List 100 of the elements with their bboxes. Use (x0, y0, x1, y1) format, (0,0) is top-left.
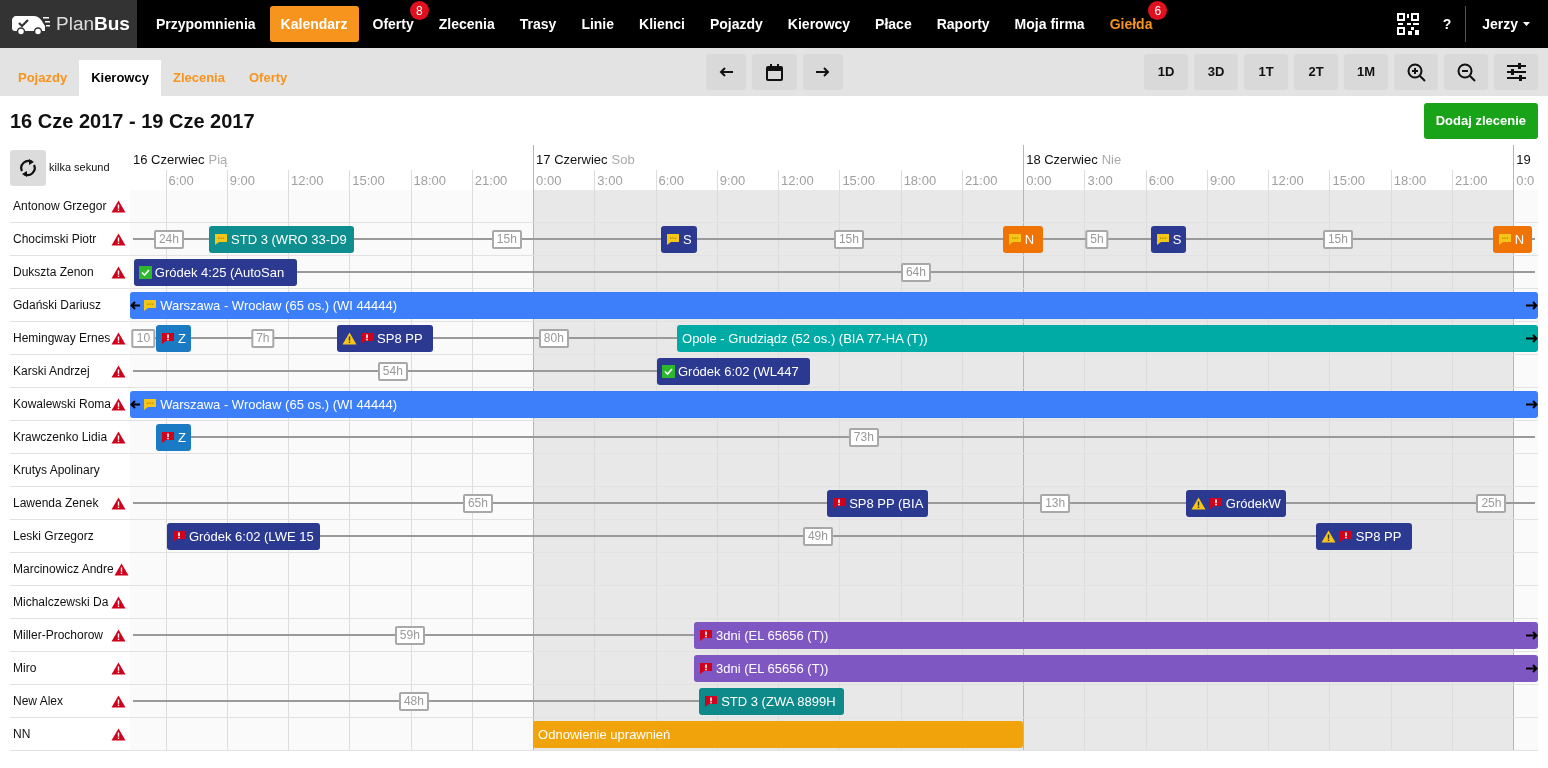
driver-name: Leski Grzegorz (13, 528, 94, 545)
hour-label: 18:00 (1393, 172, 1427, 190)
day-label: 19 (1516, 151, 1531, 169)
zoom-out-icon (1456, 62, 1476, 82)
hour-label: 12:00 (1271, 172, 1304, 190)
nav-item[interactable]: Pojazdy (698, 6, 774, 42)
duration-label: 7h (251, 329, 275, 348)
weekday-label: Nie (1101, 151, 1122, 169)
range-button[interactable]: 1M (1344, 54, 1388, 90)
next-button[interactable] (802, 54, 843, 90)
nav-item[interactable]: Raporty (925, 6, 1001, 42)
event-bar[interactable]: Warszawa - Wrocław (65 os.) (WI 44444) (130, 391, 1538, 418)
event-bar[interactable]: 3dni (EL 65656 (T)) (694, 622, 1538, 649)
warning-icon (111, 694, 126, 708)
zoom-out-button[interactable] (1444, 54, 1488, 90)
driver-name: Karski Andrzej (13, 363, 90, 380)
driver-name: Marcinowicz Andre (13, 561, 114, 578)
speech-bubble-icon (666, 233, 681, 246)
nav-item[interactable]: Trasy (508, 6, 568, 42)
nav-item[interactable]: Moja firma (1003, 6, 1096, 42)
previous-button[interactable] (705, 54, 746, 90)
day-label: 18 Czerwiec (1026, 151, 1098, 169)
hour-label: 6:00 (168, 172, 194, 190)
alert-bubble-icon (699, 662, 714, 675)
warning-icon (111, 331, 126, 345)
event-bar[interactable]: SP8 PP (1315, 523, 1412, 550)
event-bar[interactable]: Z (156, 424, 192, 451)
warning-icon (111, 199, 126, 213)
sliders-icon (1506, 63, 1526, 81)
event-bar[interactable]: S (661, 226, 697, 253)
event-bar[interactable]: Gródek 6:02 (WL447 (656, 358, 811, 385)
range-button[interactable]: 1T (1244, 54, 1288, 90)
refresh-button[interactable] (10, 149, 46, 186)
calendar-button[interactable] (751, 54, 797, 90)
duration-label: 5h (1085, 230, 1109, 249)
warning-icon (1320, 530, 1336, 543)
hour-label: 15:00 (352, 172, 385, 190)
qr-code-icon[interactable] (1396, 13, 1419, 35)
check-icon (661, 365, 675, 378)
event-bar[interactable]: SP8 PP (BIA (827, 490, 929, 517)
event-bar[interactable]: GródekW (1185, 490, 1286, 517)
range-button[interactable]: 3D (1194, 54, 1238, 90)
weekday-label: Sob (611, 151, 635, 169)
range-button[interactable]: 2T (1294, 54, 1338, 90)
duration-label: 15h (1322, 230, 1353, 249)
nav-item[interactable]: Płace (864, 6, 923, 42)
event-bar[interactable]: STD 3 (ZWA 8899H (699, 688, 845, 715)
hour-label: 12:00 (291, 172, 324, 190)
nav-item[interactable]: Kierowcy (776, 6, 862, 42)
arrow-right-icon (1526, 334, 1538, 343)
driver-name: Kowalewski Roma (13, 396, 112, 413)
settings-button[interactable] (1494, 54, 1538, 90)
hour-label: 12:00 (781, 172, 814, 190)
event-bar[interactable]: Warszawa - Wrocław (65 os.) (WI 44444) (130, 292, 1538, 319)
arrow-left-icon (130, 301, 141, 310)
alert-bubble-icon (1208, 497, 1223, 510)
driver-name: Antonow Grzegor (13, 198, 107, 215)
event-bar[interactable]: 3dni (EL 65656 (T)) (694, 655, 1538, 682)
warning-icon (111, 430, 126, 444)
nav-item[interactable]: Przypomnienia (145, 6, 267, 42)
duration-label: 80h (538, 329, 569, 348)
event-bar[interactable]: S (1150, 226, 1187, 253)
nav-item[interactable]: Klienci (628, 6, 696, 42)
hour-label: 15:00 (1332, 172, 1365, 190)
hour-label: 21:00 (964, 172, 998, 190)
arrow-right-icon (1526, 631, 1538, 640)
nav-item[interactable]: Zlecenia (427, 6, 506, 42)
duration-label: 25h (1476, 494, 1507, 513)
event-bar[interactable]: STD 3 (WRO 33-D9 (209, 226, 355, 253)
arrow-left-icon (718, 67, 733, 77)
event-bar[interactable]: SP8 PP (337, 325, 433, 352)
event-bar[interactable]: Gródek 6:02 (LWE 15 (166, 523, 320, 550)
day-label: 17 Czerwiec (536, 151, 608, 169)
user-menu[interactable]: Jerzy (1482, 13, 1530, 35)
logo[interactable]: PlanBus (0, 0, 137, 48)
driver-name: NN (13, 726, 31, 743)
arrow-right-icon (1526, 301, 1538, 310)
nav-item[interactable]: Linie (570, 6, 626, 42)
driver-name: Lawenda Zenek (13, 495, 99, 512)
driver-name: Dukszta Zenon (13, 264, 94, 281)
refresh-icon (19, 157, 37, 178)
weekday-label: Pią (208, 151, 228, 169)
event-bar[interactable]: Z (156, 325, 192, 352)
alert-bubble-icon (704, 695, 719, 708)
event-bar[interactable]: Gródek 4:25 (AutoSan (133, 259, 297, 286)
hour-label: 9:00 (719, 172, 746, 190)
warning-icon (111, 364, 126, 378)
driver-name: Miro (13, 660, 37, 677)
speech-bubble-icon (1155, 233, 1170, 246)
arrow-right-icon (815, 67, 830, 77)
view-tab[interactable]: Kierowcy (79, 60, 161, 96)
help-button[interactable]: ? (1434, 13, 1460, 35)
page-title: 16 Cze 2017 - 19 Cze 2017 (10, 108, 255, 134)
zoom-in-button[interactable] (1394, 54, 1438, 90)
arrow-right-icon (1526, 400, 1538, 409)
zoom-in-icon (1406, 62, 1426, 82)
duration-label: 10 (131, 329, 156, 348)
range-button[interactable]: 1D (1144, 54, 1188, 90)
speech-bubble-icon (1497, 233, 1512, 246)
alert-bubble-icon (161, 431, 175, 444)
